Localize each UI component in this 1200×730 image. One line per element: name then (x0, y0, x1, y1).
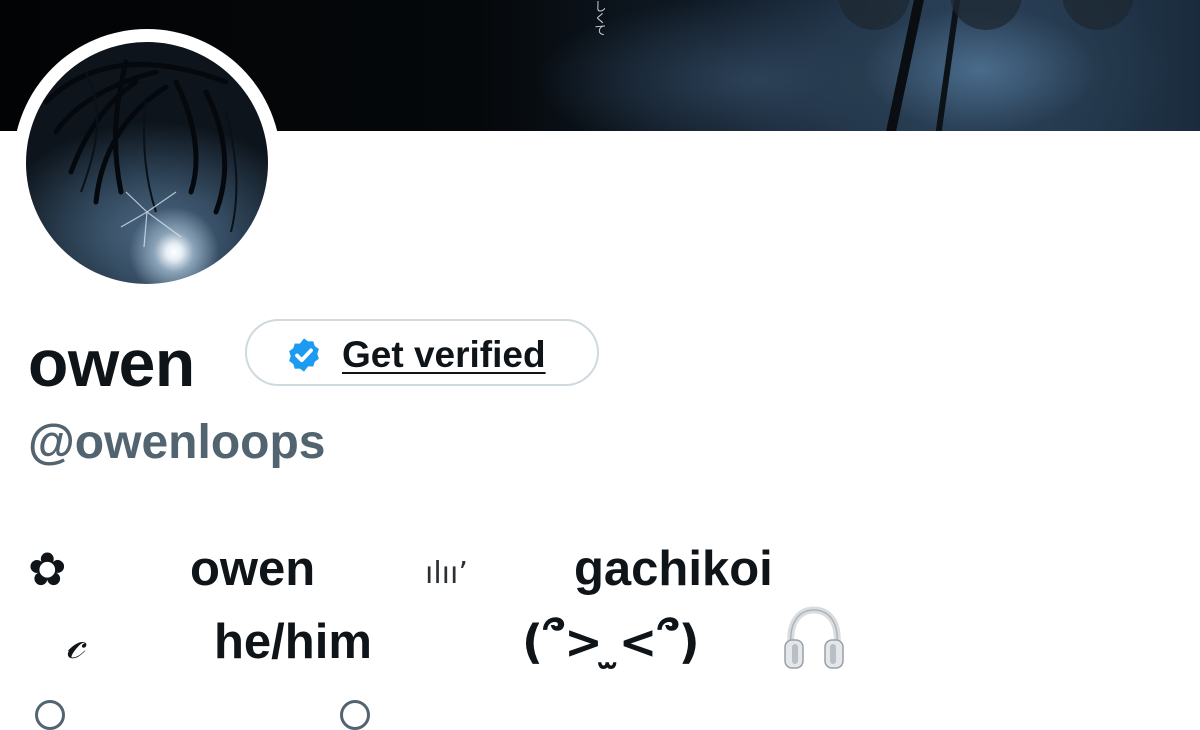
bio-script-glyph: 𝒸 (66, 615, 85, 669)
banner-caption: しくて (593, 0, 607, 36)
get-verified-label: Get verified (342, 334, 546, 375)
verified-badge-icon (289, 338, 319, 372)
display-name: owen (28, 326, 195, 400)
banner-share-button[interactable] (950, 0, 1022, 30)
calendar-icon (340, 700, 370, 730)
get-verified-button[interactable]: Get verified (245, 319, 599, 386)
avatar[interactable] (26, 42, 268, 284)
avatar-art (43, 59, 238, 248)
bio-kaomoji: (՞> ̫<՞) (522, 615, 700, 669)
flower-glyph: ✿ (28, 542, 67, 596)
user-handle: @owenloops (28, 416, 326, 469)
location-icon (35, 700, 65, 730)
bio-bars-glyph: ılıı’ (425, 556, 468, 591)
bio-name: owen (190, 542, 316, 596)
bio-pronouns: he/him (214, 615, 372, 669)
headphones-icon (784, 606, 844, 669)
banner-streak (935, 0, 961, 131)
banner-back-button[interactable] (838, 0, 910, 30)
banner-more-button[interactable] (1062, 0, 1134, 30)
bio-word: gachikoi (574, 542, 773, 596)
